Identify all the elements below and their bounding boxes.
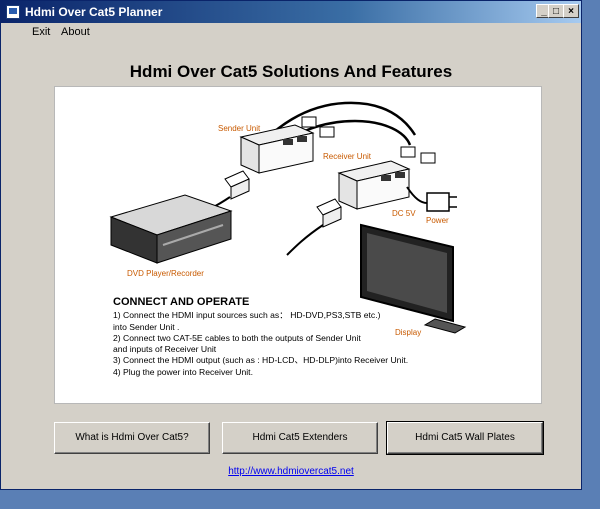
wall-plates-button[interactable]: Hdmi Cat5 Wall Plates — [386, 421, 544, 455]
power-cable — [406, 186, 428, 204]
what-is-hdmi-button[interactable]: What is Hdmi Over Cat5? — [54, 422, 210, 454]
instruction-line: 3) Connect the HDMI output (such as : HD… — [113, 355, 409, 366]
hdmi-connector-sender — [224, 170, 250, 200]
instruction-line: and inputs of Receiver Unit — [113, 344, 217, 355]
maximize-button[interactable]: □ — [548, 4, 564, 18]
power-adapter — [426, 192, 457, 212]
instruction-line: 1) Connect the HDMI input sources such a… — [113, 310, 381, 321]
instruction-line: 2) Connect two CAT-5E cables to both the… — [113, 332, 361, 343]
website-link[interactable]: http://www.hdmiovercat5.net — [1, 466, 581, 477]
menu-exit[interactable]: Exit — [32, 26, 50, 38]
window-title: Hdmi Over Cat5 Planner — [25, 5, 163, 19]
instruction-line: 4) Plug the power into Receiver Unit. — [113, 366, 253, 377]
menu-bar: Exit About — [1, 23, 581, 42]
receiver-unit-label: Receiver Unit — [323, 152, 372, 161]
receiver-unit — [337, 160, 411, 210]
close-button[interactable]: × — [563, 4, 579, 18]
dvd-label: DVD Player/Recorder — [127, 269, 204, 278]
instructions-block: CONNECT AND OPERATE 1) Connect the HDMI … — [113, 296, 443, 378]
page-heading: Hdmi Over Cat5 Solutions And Features — [129, 62, 453, 81]
instructions-title: CONNECT AND OPERATE — [113, 296, 250, 308]
app-icon — [6, 5, 20, 19]
hdmi-cable — [286, 224, 324, 256]
sender-unit-label: Sender Unit — [218, 124, 261, 133]
dc-5v-label: DC 5V — [392, 209, 416, 218]
app-window: Hdmi Over Cat5 Planner _ □ × Exit About … — [0, 0, 582, 490]
rj45-plug — [420, 152, 436, 164]
rj45-plug — [319, 126, 335, 138]
power-label: Power — [426, 216, 449, 225]
rj45-plug — [400, 146, 416, 158]
extenders-button[interactable]: Hdmi Cat5 Extenders — [222, 422, 378, 454]
instruction-line: into Sender Unit . — [113, 321, 180, 332]
setup-diagram: Sender Unit Receiver Unit DC 5V Power DV… — [54, 86, 542, 404]
rj45-plug — [301, 116, 317, 128]
menu-about[interactable]: About — [61, 26, 90, 38]
dvd-player — [109, 194, 233, 264]
hdmi-connector-receiver — [316, 198, 342, 228]
title-bar[interactable]: Hdmi Over Cat5 Planner _ □ × — [1, 1, 581, 23]
